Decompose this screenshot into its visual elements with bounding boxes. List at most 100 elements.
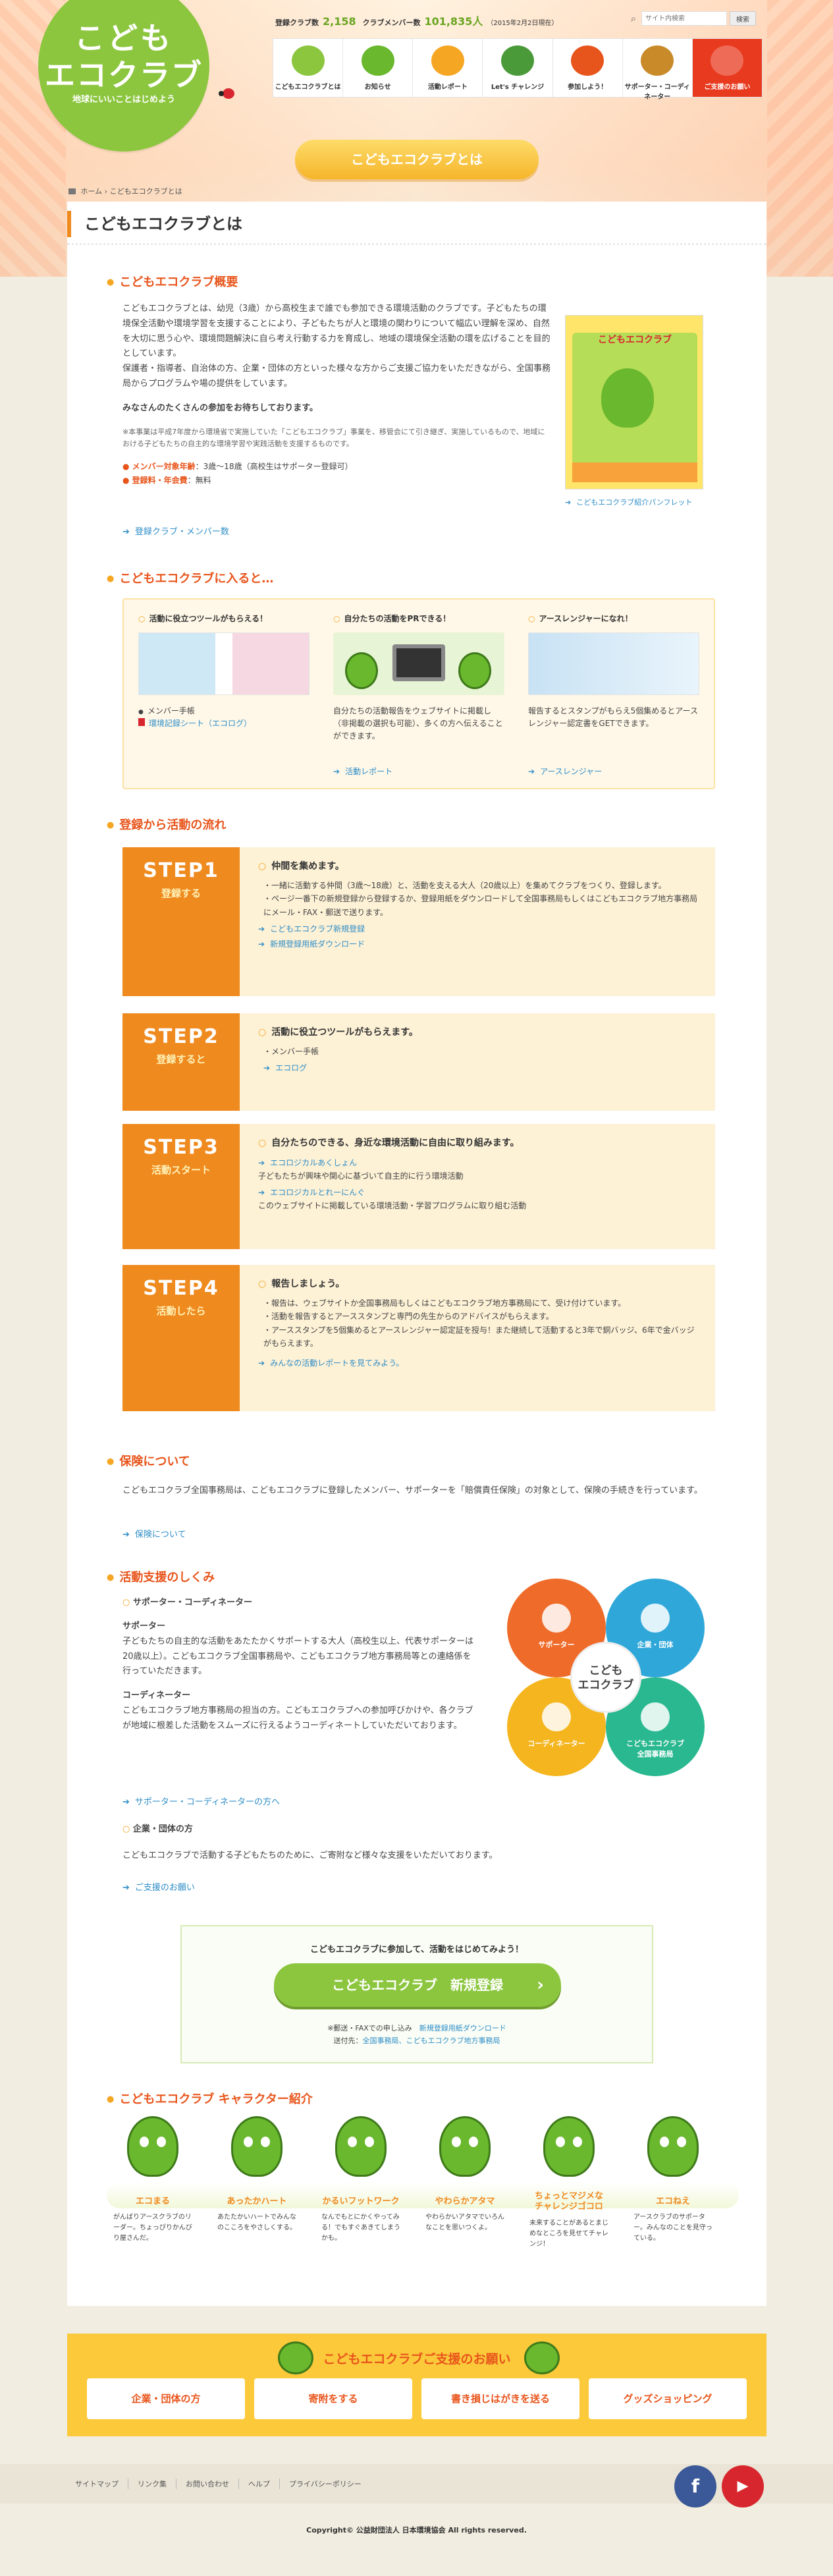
computer-icon xyxy=(392,644,445,681)
footer-nav: サイトマップ リンク集 お問い合わせ ヘルプ プライバシーポリシー xyxy=(66,2478,371,2489)
step-line: このウェブサイトに掲載している環境活動・学習プログラムに取り組む活動 xyxy=(258,1201,527,1211)
postcard-button[interactable]: 書き損じはがきを送る xyxy=(421,2378,579,2419)
character-desc: なんでもとにかくやってみる！でもすぐあきてしまうかも。 xyxy=(321,2214,400,2243)
nav-item-label: ご支援のお願い xyxy=(704,84,751,91)
youtube-icon[interactable]: ▶ xyxy=(722,2465,764,2507)
character-icon xyxy=(571,45,605,76)
character-list: エコまる がんばりアースクラブのリーダー。ちょっぴりかんびり屋さんだ。 あったかハ… xyxy=(107,2116,739,2268)
character-icon xyxy=(127,2116,178,2177)
copyright: Copyright© 公益財団法人 日本環境協会 All rights rese… xyxy=(306,2526,527,2534)
step-body: 自分たちのできる、身近な環境活動に自由に取り組みます。 エコロジカルあくしょん … xyxy=(240,1124,715,1249)
company-text: こどもエコクラブで活動する子どもたちのために、ご寄附など様々な支援をいただいてお… xyxy=(122,1851,498,1861)
footer-link-privacy[interactable]: プライバシーポリシー xyxy=(279,2478,371,2489)
character-card: ちょっとマジメな チャレンジゴコロ 未来することがあるとまじめなところを見せてチャ… xyxy=(523,2116,615,2250)
character-icon xyxy=(601,368,654,428)
home-icon xyxy=(68,188,76,194)
character-name: エコまる xyxy=(135,2197,170,2206)
pamphlet-image[interactable]: こどもエコクラブ xyxy=(565,315,703,490)
person-icon xyxy=(641,45,674,76)
nav-item[interactable]: こどもエコクラブとは xyxy=(273,39,344,97)
step-subtitle: 登録すると xyxy=(156,1053,206,1065)
nav-item-label: お知らせ xyxy=(364,84,391,91)
nav-item[interactable]: 参加しよう！ xyxy=(553,39,623,97)
form-download-link[interactable]: 新規登録用紙ダウンロード xyxy=(419,2024,506,2032)
pamphlet-link[interactable]: こどもエコクラブ紹介パンフレット xyxy=(565,497,692,507)
character-name: やわらかアタマ xyxy=(435,2197,495,2206)
company-heading: ○ 企業・団体の方 xyxy=(122,1824,193,1834)
eco-training-link[interactable]: エコロジカルとれーにんぐ xyxy=(258,1187,699,1198)
step-line: アーススタンプを5個集めるとアースレンジャー認定証を授与！また継続して活動すると… xyxy=(263,1324,699,1351)
join-benefits-box: 活動に役立つツールがもらえる！ メンバー手帳 環境記録シート（エコログ） 自分た… xyxy=(122,598,715,789)
eco-action-link[interactable]: エコロジカルあくしょん xyxy=(258,1157,699,1168)
overview-text: こどもエコクラブとは、幼児（3歳）から高校生まで誰でも参加できる環境活動のクラブ… xyxy=(122,302,551,488)
section-heading-insurance: 保険について xyxy=(107,1452,190,1469)
character-icon xyxy=(458,652,491,689)
section-heading-flow: 登録から活動の流れ xyxy=(107,816,226,833)
people-icon xyxy=(542,1604,571,1633)
character-icon xyxy=(361,45,394,76)
footer-link-links[interactable]: リンク集 xyxy=(128,2478,176,2489)
character-desc: やわらかいアタマでいろんなことを思いつくよ。 xyxy=(425,2214,504,2232)
search-button[interactable]: 検索 xyxy=(730,11,756,26)
registration-form-download-link[interactable]: 新規登録用紙ダウンロード xyxy=(258,938,699,949)
breadcrumb: ホーム › こどもエコクラブとは xyxy=(68,186,182,196)
footer-link-contact[interactable]: お問い合わせ xyxy=(176,2478,238,2489)
fee-label: 登録料・年会費 xyxy=(132,476,188,486)
pamphlet-title: こどもエコクラブ xyxy=(598,335,672,345)
character-name: エコねえ xyxy=(655,2197,690,2206)
breadcrumb-current: こどもエコクラブとは xyxy=(109,187,182,196)
nav-item[interactable]: ご支援のお願い xyxy=(692,39,762,97)
search-icon: ⌕ xyxy=(630,13,637,24)
benefit-pr: 自分たちの活動をPRできる！ 自分たちの活動報告をウェブサイトに掲載し（非掲載の… xyxy=(333,613,504,784)
activity-report-link[interactable]: 活動レポート xyxy=(333,766,392,777)
certificate-image xyxy=(528,632,699,695)
members-label: クラブメンバー数 xyxy=(362,18,421,27)
ladybug-icon xyxy=(219,88,234,99)
logo-tagline: 地球にいいことはじめよう xyxy=(72,95,175,105)
facebook-icon[interactable]: f xyxy=(674,2465,716,2507)
companies-button[interactable]: 企業・団体の方 xyxy=(87,2378,245,2419)
character-icon xyxy=(335,2116,387,2177)
breadcrumb-separator: › xyxy=(104,187,108,196)
cta-notes: ※郵送・FAXでの申し込み 新規登録用紙ダウンロード 送付先：全国事務局、こども… xyxy=(182,2023,652,2047)
step-heading: 報告しましょう。 xyxy=(258,1277,699,1290)
new-registration-link[interactable]: こどもエコクラブ新規登録 xyxy=(258,923,699,934)
nav-item[interactable]: お知らせ xyxy=(343,39,414,97)
earth-ranger-link[interactable]: アースレンジャー xyxy=(528,766,602,777)
step-list: 一緒に活動する仲間（3歳〜18歳）と、活動を支える大人（20歳以上）を集めてクラ… xyxy=(258,879,699,919)
nav-item[interactable]: 活動レポート xyxy=(413,39,483,97)
new-registration-button[interactable]: こどもエコクラブ 新規登録 xyxy=(274,1963,561,2007)
section-heading-join: こどもエコクラブに入ると… xyxy=(107,569,273,586)
ecolog-link[interactable]: エコログ xyxy=(263,1062,699,1073)
pencil-icon xyxy=(431,45,464,76)
section-heading-characters: こどもエコクラブ キャラクター紹介 xyxy=(107,2090,313,2107)
office-link[interactable]: 全国事務局、こどもエコクラブ地方事務局 xyxy=(363,2036,500,2045)
member-age-label: メンバー対象年齢 xyxy=(132,462,196,472)
ecolog-link[interactable]: 環境記録シート（エコログ） xyxy=(138,717,309,730)
character-card: あったかハート あたたかいハートでみんなのこころをやさしくする。 xyxy=(211,2116,303,2233)
insurance-link[interactable]: 保険について xyxy=(122,1527,186,1540)
registered-clubs-link[interactable]: 登録クラブ・メンバー数 xyxy=(122,524,229,537)
nav-item[interactable]: Let's チャレンジ xyxy=(483,39,553,97)
activity-reports-link[interactable]: みんなの活動レポートを見てみよう。 xyxy=(258,1357,699,1368)
leaf-icon xyxy=(291,45,325,76)
breadcrumb-home[interactable]: ホーム xyxy=(81,187,103,196)
donation-link[interactable]: ご支援のお願い xyxy=(122,1880,195,1893)
donate-button[interactable]: 寄附をする xyxy=(254,2378,412,2419)
background-pattern-right xyxy=(767,0,833,277)
goods-shopping-button[interactable]: グッズショッピング xyxy=(589,2378,747,2419)
cta-lead: こどもエコクラブに参加して、活動をはじめてみよう！ xyxy=(310,1945,524,1955)
footer-link-help[interactable]: ヘルプ xyxy=(238,2478,279,2489)
supporter-coordinator-link[interactable]: サポーター・コーディネーターの方へ xyxy=(122,1795,280,1807)
overview-paragraph: 保護者・指導者、自治体の方、企業・団体の方といった様々な方からご支援ご協力をいた… xyxy=(122,364,551,389)
search-input[interactable] xyxy=(641,11,727,26)
section-heading-overview: こどもエコクラブ概要 xyxy=(107,273,238,290)
step-heading: 仲間を集めます。 xyxy=(258,859,699,872)
nav-item[interactable]: サポーター・コーディネーター xyxy=(623,39,693,101)
character-card: エコねえ アースクラブのサポーター。みんなのことを見守っている。 xyxy=(627,2116,719,2244)
step-body: 仲間を集めます。 一緒に活動する仲間（3歳〜18歳）と、活動を支える大人（20歳… xyxy=(240,847,715,996)
computer-characters-image xyxy=(333,632,504,695)
character-card: やわらかアタマやわらかいアタマでいろんなことを思いつくよ。 xyxy=(419,2116,511,2233)
footer-link-sitemap[interactable]: サイトマップ xyxy=(66,2478,128,2489)
club-stats: 登録クラブ数 2,158 クラブメンバー数 101,835人 （2015年2月2日現在… xyxy=(275,13,558,28)
